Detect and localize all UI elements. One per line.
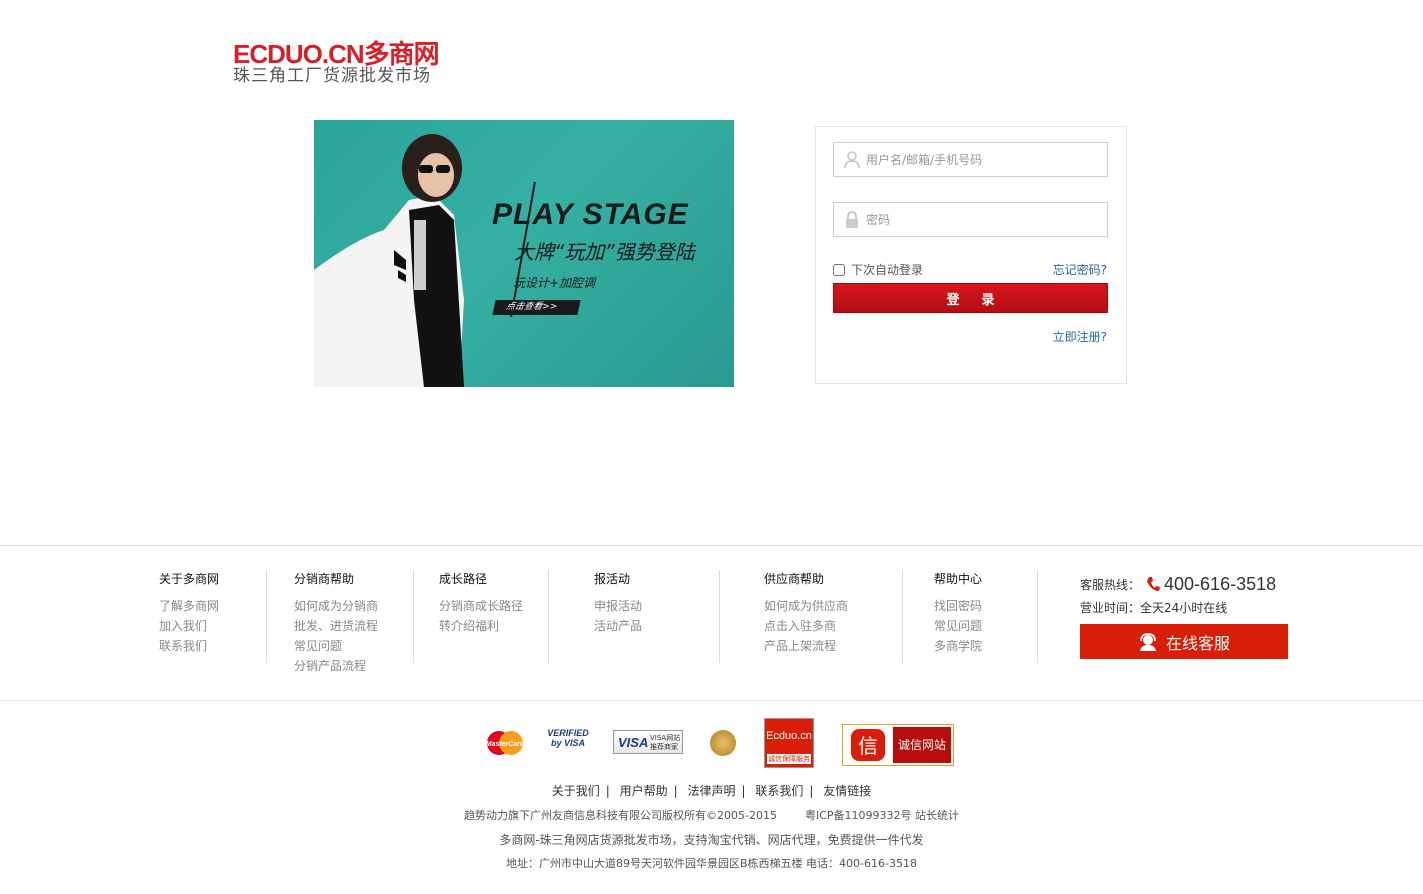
credit-seal-glyph: 信 xyxy=(858,734,878,758)
hotline: 客服热线： 400-616-3518 xyxy=(1080,573,1290,595)
bottom-link-help[interactable]: 用户帮助 xyxy=(620,784,668,798)
mastercard-badge[interactable]: MasterCard xyxy=(485,730,525,756)
hotline-number: 400-616-3518 xyxy=(1164,573,1277,594)
footer-col-divider xyxy=(719,570,720,663)
banner-slogan: 玩设计+加腔调 xyxy=(513,276,596,290)
logo-tagline: 珠三角工厂货源批发市场 xyxy=(233,66,431,86)
footer-col-supplier: 供应商帮助 如何成为供应商 点击入驻多商 产品上架流程 xyxy=(764,570,848,656)
footer-col-divider xyxy=(413,570,414,663)
bottom-link-about[interactable]: 关于我们 xyxy=(552,784,600,798)
footer-col-title: 供应商帮助 xyxy=(764,572,825,586)
lock-icon xyxy=(846,211,858,228)
remember-me[interactable]: 下次自动登录 xyxy=(833,261,923,278)
trust-badges: MasterCard VERIFIED by VISA VISA VISA网站 … xyxy=(0,718,1423,768)
mastercard-label: MasterCard xyxy=(486,741,525,748)
site-stats-link[interactable]: 站长统计 xyxy=(915,809,959,822)
logo-brand: ECDUO.CN多商网 xyxy=(233,39,440,69)
business-hours: 营业时间：全天24小时在线 xyxy=(1080,601,1228,615)
footer-link[interactable]: 申报活动 xyxy=(594,596,642,616)
verified-by-visa-badge[interactable]: VERIFIED by VISA xyxy=(547,728,589,760)
footer-link[interactable]: 常见问题 xyxy=(294,636,378,656)
online-service-label: 在线客服 xyxy=(1165,633,1230,653)
footer-divider-mid xyxy=(0,700,1423,701)
footer-link[interactable]: 如何成为分销商 xyxy=(294,596,378,616)
footer-col-growth: 成长路径 分销商成长路径 转介绍福利 xyxy=(439,570,523,636)
footer-link[interactable]: 分销产品流程 xyxy=(294,656,378,676)
banner-title: PLAY STAGE xyxy=(492,198,689,231)
footer-col-help: 帮助中心 找回密码 常见问题 多商学院 xyxy=(934,570,982,656)
promo-banner[interactable]: PLAY STAGE 大牌“玩加”强势登陆 玩设计+加腔调 点击查看>> xyxy=(314,120,734,387)
customer-service: 客服热线： 400-616-3518 营业时间：全天24小时在线 在线客服 xyxy=(1080,573,1290,659)
footer-link[interactable]: 常见问题 xyxy=(934,616,982,636)
footer-col-divider xyxy=(1037,570,1038,663)
banner-subtitle: 大牌“玩加”强势登陆 xyxy=(514,240,695,264)
footer-link[interactable]: 分销商成长路径 xyxy=(439,596,523,616)
footer-col-divider xyxy=(548,570,549,663)
site-address: 地址：广州市中山大道89号天河软件园华景园区B栋西梯五楼 电话：400-616-… xyxy=(506,857,917,870)
footer-col-title: 报活动 xyxy=(594,572,631,586)
credit-site-badge[interactable]: 信 诚信网站 xyxy=(842,724,954,766)
online-service-button[interactable]: 在线客服 xyxy=(1080,624,1288,659)
login-button[interactable]: 登录 xyxy=(833,283,1108,313)
footer-link[interactable]: 批发、进货流程 xyxy=(294,616,378,636)
visa-merchant-badge[interactable]: VISA VISA网站 推荐商家 xyxy=(613,730,683,754)
credit-seal-icon: 信 xyxy=(845,727,891,763)
username-input[interactable] xyxy=(866,143,1104,176)
icp-number[interactable]: 粤ICP备11099332号 xyxy=(805,809,912,822)
password-field[interactable] xyxy=(833,202,1108,237)
footer-col-title: 帮助中心 xyxy=(934,572,983,586)
remember-checkbox[interactable] xyxy=(833,263,845,276)
footer-link[interactable]: 转介绍福利 xyxy=(439,616,523,636)
username-field[interactable] xyxy=(833,142,1108,177)
password-input[interactable] xyxy=(866,203,1104,236)
footer-bottom-links: 关于我们 | 用户帮助 | 法律声明 | 联系我们 | 友情链接 xyxy=(551,784,872,798)
footer-link[interactable]: 点击入驻多商 xyxy=(764,616,848,636)
site-logo[interactable]: ECDUO.CN多商网 珠三角工厂货源批发市场 xyxy=(233,40,443,86)
copyright-text: 趋势动力旗下广州友商信息科技有限公司版权所有©2005-2015 xyxy=(464,809,777,822)
ecduo-trust-badge[interactable]: Ecduo.cn 诚信保障服务 xyxy=(764,718,814,768)
ecduo-badge-sub: 诚信保障服务 xyxy=(767,754,811,764)
banner-view-button[interactable]: 点击查看>> xyxy=(492,300,581,315)
copyright-line: 趋势动力旗下广州友商信息科技有限公司版权所有©2005-2015 粤ICP备11… xyxy=(0,807,1423,823)
footer-link[interactable]: 了解多商网 xyxy=(159,596,219,616)
footer-link[interactable]: 加入我们 xyxy=(159,616,219,636)
user-icon xyxy=(844,151,860,169)
site-description: 多商网-珠三角网店货源批发市场，支持淘宝代销、网店代理，免费提供一件代发 xyxy=(499,833,924,847)
headset-icon xyxy=(1139,632,1156,651)
footer-col-title: 关于多商网 xyxy=(159,572,220,586)
footer-col-title: 分销商帮助 xyxy=(294,572,355,586)
footer-col-about: 关于多商网 了解多商网 加入我们 联系我们 xyxy=(159,570,219,656)
footer-link[interactable]: 多商学院 xyxy=(934,636,982,656)
visa-merchant-text: VISA网站 推荐商家 xyxy=(650,734,681,751)
bottom-link-friends[interactable]: 友情链接 xyxy=(823,784,871,798)
footer-col-distributor: 分销商帮助 如何成为分销商 批发、进货流程 常见问题 分销产品流程 xyxy=(294,570,378,676)
footer-link[interactable]: 联系我们 xyxy=(159,636,219,656)
footer-link[interactable]: 产品上架流程 xyxy=(764,636,848,656)
footer-col-divider xyxy=(902,570,903,663)
footer-col-divider xyxy=(266,570,267,663)
visa-logo: VISA xyxy=(618,735,649,750)
forgot-password-link[interactable]: 忘记密码? xyxy=(1053,261,1107,278)
phone-icon xyxy=(1147,577,1161,591)
medal-badge-icon[interactable] xyxy=(710,730,736,756)
remember-label: 下次自动登录 xyxy=(851,263,924,277)
login-form: 下次自动登录 忘记密码? 登录 立即注册? xyxy=(815,126,1127,384)
register-link[interactable]: 立即注册? xyxy=(1053,328,1107,345)
hotline-label: 客服热线： xyxy=(1080,577,1141,592)
ecduo-badge-label: Ecduo.cn xyxy=(766,730,812,742)
footer-col-activity: 报活动 申报活动 活动产品 xyxy=(594,570,642,636)
footer-link[interactable]: 找回密码 xyxy=(934,596,982,616)
footer-link[interactable]: 如何成为供应商 xyxy=(764,596,848,616)
bottom-link-contact[interactable]: 联系我们 xyxy=(755,784,803,798)
footer-col-title: 成长路径 xyxy=(439,572,488,586)
bottom-link-legal[interactable]: 法律声明 xyxy=(687,784,735,798)
credit-site-label: 诚信网站 xyxy=(893,727,951,763)
model-figure-image xyxy=(314,134,464,387)
footer-link[interactable]: 活动产品 xyxy=(594,616,642,636)
